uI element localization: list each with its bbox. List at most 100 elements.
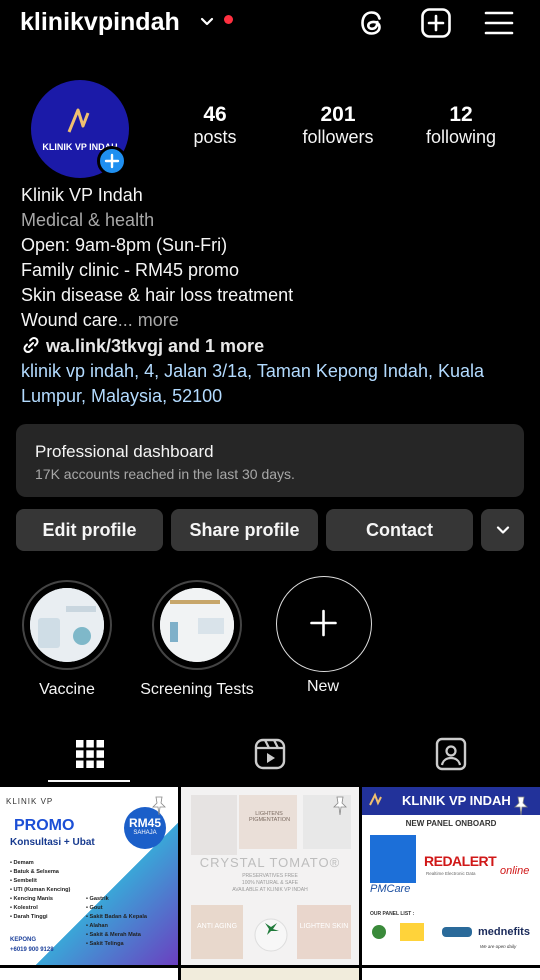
posts-count: 46: [203, 103, 227, 126]
threads-icon[interactable]: [355, 6, 389, 40]
post-line: PRESERVATIVES FREE: [242, 873, 298, 879]
link-icon: [23, 336, 39, 354]
chevron-down-icon: [496, 526, 509, 534]
plus-icon: [104, 153, 120, 169]
highlight-label: Screening Tests: [140, 681, 254, 698]
reels-tab-icon[interactable]: [250, 734, 290, 774]
list-item: • Gout: [86, 905, 103, 911]
professional-dashboard[interactable]: Professional dashboard 17K accounts reac…: [16, 424, 524, 497]
post-right-label: LIGHTEN SKIN: [299, 923, 349, 930]
post-pm: PMCare: [370, 883, 411, 895]
suggested-people-button[interactable]: [481, 509, 524, 551]
profile-name: Klinik VP Indah: [21, 185, 143, 205]
clinic-logo-icon: [369, 792, 382, 806]
post-brand1-tag: Realtime Electronic Data: [426, 871, 476, 876]
stat-following[interactable]: 12 following: [401, 103, 521, 148]
more-link[interactable]: ... more: [118, 310, 179, 330]
followers-count: 201: [320, 103, 356, 126]
address-link[interactable]: klinik vp indah, 4, Jalan 3/1a, Taman Ke…: [21, 359, 521, 409]
post-open-text: We are open daily: [480, 944, 517, 949]
badge-sub: SAHAJA: [133, 830, 157, 836]
bio-link[interactable]: wa.link/3tkvgj and 1 more: [46, 336, 264, 356]
following-count: 12: [449, 103, 473, 126]
top-bar: klinikvpindah: [0, 0, 540, 48]
username-switcher[interactable]: klinikvpindah: [20, 8, 180, 37]
post-brand2: mednefits: [478, 926, 530, 938]
badge-price: RM45: [128, 816, 161, 830]
share-profile-button[interactable]: Share profile: [171, 509, 318, 551]
highlight-label: Vaccine: [39, 681, 95, 698]
notification-dot: [224, 15, 233, 24]
create-icon[interactable]: [419, 6, 453, 40]
post-brand1: REDALERT: [424, 853, 497, 869]
contact-button[interactable]: Contact: [326, 509, 473, 551]
highlight-label: New: [306, 678, 339, 695]
post-left-label: ANTI AGING: [196, 923, 238, 930]
post-panel-list: OUR PANEL LIST :: [370, 911, 415, 917]
plus-icon: [310, 609, 337, 637]
stat-posts[interactable]: 46 posts: [155, 103, 275, 148]
bio-link-row[interactable]: wa.link/3tkvgj and 1 more: [21, 335, 264, 357]
post-line: AVAILABLE AT KLINIK VP INDAH: [232, 887, 308, 893]
list-item: • Demam: [10, 860, 34, 866]
chevron-down-icon[interactable]: [199, 14, 215, 30]
post-brand1-sub: online: [500, 865, 530, 877]
followers-label: followers: [302, 127, 374, 147]
stat-followers[interactable]: 201 followers: [278, 103, 398, 148]
profile-category: Medical & health: [21, 210, 155, 230]
edit-profile-button[interactable]: Edit profile: [16, 509, 163, 551]
post-thumbnail[interactable]: [181, 968, 359, 980]
highlight-cover: [30, 588, 104, 662]
pin-icon: [333, 796, 347, 816]
post-phone: +6019 900 9128: [10, 947, 54, 953]
bio-line-truncated: Wound care... more: [21, 310, 179, 331]
list-item: • Sakit Badan & Kepala: [86, 914, 148, 920]
post-list-right: • Gastrik • Gout • Sakit Badan & Kepala …: [86, 895, 147, 949]
list-item: • Kolestrol: [10, 905, 38, 911]
post-line: 100% NATURAL & SAFE: [241, 880, 299, 886]
list-item: • Batuk & Selsema: [10, 869, 59, 875]
post-thumbnail[interactable]: [0, 968, 178, 980]
post-thumbnail[interactable]: [362, 968, 540, 980]
bio-line: Open: 9am-8pm (Sun-Fri): [21, 235, 228, 255]
bio-line: Skin disease & hair loss treatment: [21, 285, 294, 305]
vaccine-thumbnail-icon: [30, 588, 104, 662]
list-item: • Kencing Manis: [10, 896, 53, 902]
post-top-label: LIGHTENS PIGMENTATION: [249, 811, 291, 823]
list-item: • Sembelit: [10, 878, 37, 884]
new-highlight-button[interactable]: [276, 576, 372, 672]
post-subtitle: Konsultasi + Ubat: [10, 837, 95, 848]
post-title: PROMO: [14, 817, 75, 834]
list-item: • Gastrik: [86, 896, 109, 902]
list-item: • Sakit Telinga: [86, 941, 124, 947]
post-thumbnail[interactable]: KLINIK VP PROMO Konsultasi + Ubat RM45 S…: [0, 787, 178, 965]
tomato-icon: [254, 918, 288, 952]
list-item: • UTI (Kuman Kencing): [10, 887, 71, 893]
screening-thumbnail-icon: [160, 588, 234, 662]
add-story-button[interactable]: [97, 146, 127, 176]
pin-icon: [152, 796, 166, 816]
highlight-cover: [160, 588, 234, 662]
tagged-tab-icon[interactable]: [431, 734, 471, 774]
post-list-left: • Demam • Batuk & Selsema • Sembelit • U…: [10, 859, 70, 922]
post-thumbnail[interactable]: LIGHTENS PIGMENTATION CRYSTAL TOMATO® PR…: [181, 787, 359, 965]
post-title: CRYSTAL TOMATO®: [199, 855, 341, 870]
post-thumbnail[interactable]: KLINIK VP INDAH NEW PANEL ONBOARD PMCare…: [362, 787, 540, 965]
following-label: following: [425, 127, 497, 147]
list-item: • Sakit & Merah Mata: [86, 932, 141, 938]
dashboard-subtitle: 17K accounts reached in the last 30 days…: [35, 466, 295, 482]
post-brand: KLINIK VP: [6, 797, 54, 806]
active-tab-indicator: [48, 780, 130, 782]
bio-line: Family clinic - RM45 promo: [21, 260, 240, 280]
list-item: • Darah Tinggi: [10, 914, 48, 920]
post-header: KLINIK VP INDAH: [402, 793, 511, 808]
highlight-vaccine[interactable]: [22, 580, 112, 670]
bio-truncated-text: Wound care: [21, 310, 118, 330]
grid-tab-icon[interactable]: [70, 734, 110, 774]
address-line: Lumpur, Malaysia, 52100: [21, 386, 223, 406]
highlight-screening-tests[interactable]: [152, 580, 242, 670]
address-line: klinik vp indah, 4, Jalan 3/1a, Taman Ke…: [21, 361, 484, 381]
menu-icon[interactable]: [482, 6, 516, 40]
list-item: • Alahan: [86, 923, 108, 929]
pin-icon: [514, 796, 528, 816]
